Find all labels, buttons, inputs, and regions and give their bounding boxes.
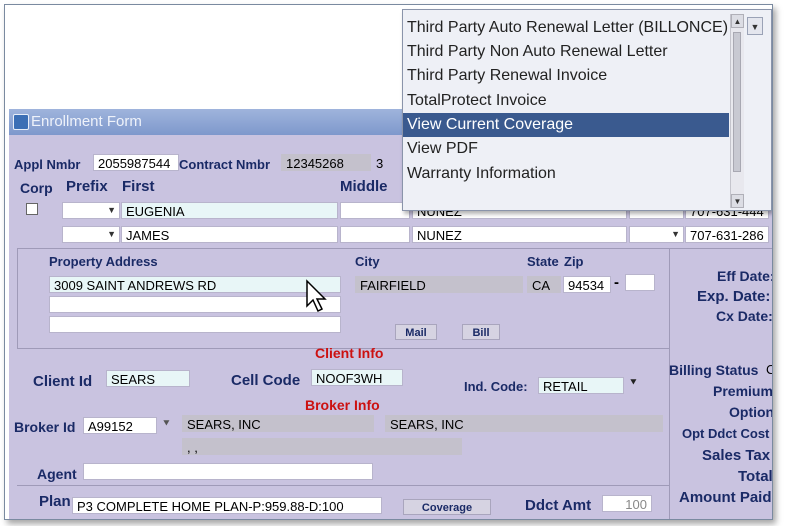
client-id-field[interactable]: SEARS: [106, 370, 190, 387]
dropdown-arrow-icon[interactable]: ⯆: [629, 377, 638, 390]
property-address-label: Property Address: [49, 254, 158, 269]
ddct-amt-field[interactable]: 100: [602, 495, 652, 512]
state-field[interactable]: CA: [527, 276, 561, 293]
cx-date-label: Cx Date:: [716, 308, 773, 324]
mail-button[interactable]: Mail: [395, 324, 437, 340]
appl-nmbr-label: Appl Nmbr: [14, 157, 81, 172]
plan-field[interactable]: P3 COMPLETE HOME PLAN-P:959.88-D:100: [72, 497, 382, 514]
eff-date-label: Eff Date:: [717, 268, 773, 284]
broker-info-title: Broker Info: [305, 397, 380, 413]
address-line-1-field[interactable]: 3009 SAINT ANDREWS RD: [49, 276, 341, 293]
cell-code-label: Cell Code: [231, 372, 301, 389]
zip-label: Zip: [564, 254, 584, 269]
ddct-amt-label: Ddct Amt: [525, 497, 592, 514]
address-line-2-field[interactable]: [49, 296, 341, 313]
city-label: City: [355, 254, 380, 269]
divider: [669, 248, 670, 519]
phone-field-2[interactable]: 707-631-286: [685, 226, 769, 243]
state-label: State: [527, 254, 559, 269]
chevron-down-icon: ▼: [107, 205, 116, 215]
middle-name-field-1[interactable]: [340, 202, 410, 219]
dropdown-scrollbar[interactable]: ▲ ▼: [730, 14, 744, 208]
document-type-dropdown[interactable]: Third Party Auto Renewal Letter (BILLONC…: [402, 9, 772, 211]
scroll-up-icon[interactable]: ▲: [731, 14, 744, 28]
broker-name-field-2: SEARS, INC: [385, 415, 663, 432]
lookup-arrow-icon[interactable]: ⯆: [162, 418, 171, 431]
chevron-down-icon: ▼: [107, 229, 116, 239]
prefix-select-2[interactable]: ▼: [62, 226, 120, 243]
exp-date-label: Exp. Date:: [697, 288, 771, 305]
billing-status-label: Billing Status: [669, 362, 759, 378]
suffix-select-2[interactable]: ▼: [629, 226, 684, 243]
first-label: First: [122, 178, 155, 195]
premium-label: Premium: [713, 383, 773, 399]
appl-nmbr-field[interactable]: 2055987544: [93, 154, 179, 171]
middle-name-field-2[interactable]: [340, 226, 410, 243]
window-title: Enrollment Form: [31, 113, 142, 130]
dropdown-item-view-current-coverage[interactable]: View Current Coverage: [403, 113, 729, 137]
divider: [17, 485, 669, 486]
divider: [17, 248, 772, 249]
dropdown-item-renewal-invoice[interactable]: Third Party Renewal Invoice: [403, 64, 729, 88]
first-name-field-1[interactable]: EUGENIA: [121, 202, 338, 219]
dropdown-item-non-auto-renewal[interactable]: Third Party Non Auto Renewal Letter: [403, 40, 729, 64]
chevron-down-icon: ▼: [750, 22, 760, 32]
middle-label: Middle: [340, 178, 388, 195]
broker-id-field[interactable]: A99152: [83, 417, 157, 434]
contract-nmbr-label: Contract Nmbr: [179, 157, 271, 172]
plan-label: Plan: [39, 493, 71, 510]
corp-checkbox[interactable]: [26, 203, 38, 215]
corp-label: Corp: [20, 180, 53, 196]
ind-code-field[interactable]: RETAIL: [538, 377, 624, 394]
mouse-cursor-icon: [306, 279, 327, 313]
divider: [17, 248, 18, 348]
agent-label: Agent: [37, 466, 77, 482]
dropdown-item-totalprotect-invoice[interactable]: TotalProtect Invoice: [403, 89, 729, 113]
dropdown-item-billonce[interactable]: Third Party Auto Renewal Letter (BILLONC…: [403, 16, 729, 40]
window-icon: [13, 114, 29, 130]
zip-field[interactable]: 94534: [563, 276, 611, 293]
scroll-down-icon[interactable]: ▼: [731, 194, 744, 208]
bill-button[interactable]: Bill: [462, 324, 500, 340]
address-line-3-field[interactable]: [49, 316, 341, 333]
dropdown-item-warranty-information[interactable]: Warranty Information: [403, 162, 729, 186]
zip-dash: -: [614, 274, 619, 291]
broker-name-field-1: SEARS, INC: [182, 415, 374, 432]
coverage-button[interactable]: Coverage: [403, 499, 491, 515]
ind-code-label: Ind. Code:: [464, 379, 528, 394]
amount-paid-label: Amount Paid: [679, 489, 772, 506]
dropdown-toggle-button[interactable]: ▼: [747, 17, 763, 35]
prefix-label: Prefix: [66, 178, 108, 195]
opt-ddct-cost-label: Opt Ddct Cost: [682, 426, 770, 441]
prefix-select-1[interactable]: ▼: [62, 202, 120, 219]
broker-id-label: Broker Id: [14, 419, 76, 435]
contract-nmbr-field[interactable]: 12345268: [281, 154, 371, 171]
dropdown-item-view-pdf[interactable]: View PDF: [403, 137, 729, 161]
billing-status-value: C: [766, 362, 772, 377]
zip-ext-field[interactable]: [625, 274, 655, 291]
first-name-field-2[interactable]: JAMES: [121, 226, 338, 243]
sales-tax-label: Sales Tax: [702, 447, 771, 464]
client-id-label: Client Id: [33, 373, 93, 390]
chevron-down-icon: ▼: [671, 229, 680, 239]
screen-frame: Enrollment Form Appl Nmbr 2055987544 Con…: [4, 4, 773, 520]
city-field[interactable]: FAIRFIELD: [355, 276, 523, 293]
broker-extra-field: , ,: [182, 438, 462, 455]
contract-suffix: 3: [376, 156, 384, 171]
option-label: Option: [729, 404, 773, 420]
cell-code-field[interactable]: NOOF3WH: [311, 369, 403, 386]
last-name-field-2[interactable]: NUNEZ: [412, 226, 627, 243]
total-label: Total: [738, 468, 773, 485]
agent-field[interactable]: [83, 463, 373, 480]
scroll-thumb[interactable]: [733, 32, 741, 172]
client-info-title: Client Info: [315, 345, 384, 361]
